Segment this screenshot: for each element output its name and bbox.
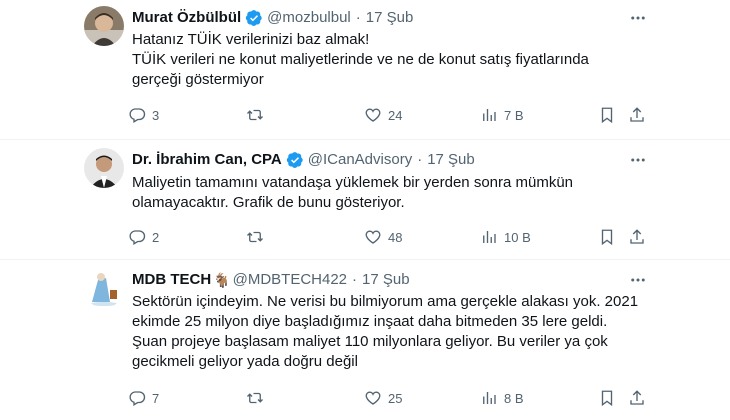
share-icon — [628, 228, 646, 246]
bookmark-button[interactable] — [598, 388, 616, 408]
tweet-line: gecikmeli geliyor yada doğru değil — [132, 353, 358, 370]
verified-badge-icon — [286, 151, 304, 169]
views-icon — [480, 228, 498, 246]
tweet-line: TÜİK verileri ne konut maliyetlerinde ve… — [132, 51, 589, 68]
tweet-actions: 7 25 8 B — [128, 388, 648, 408]
share-button[interactable] — [628, 105, 646, 125]
tweet-actions: 3 24 7 B — [128, 105, 648, 125]
bookmark-icon — [598, 106, 616, 124]
bookmark-icon — [598, 389, 616, 407]
author-name[interactable]: Murat Özbülbül — [132, 8, 241, 28]
views-count: 7 B — [504, 107, 524, 123]
like-icon — [364, 389, 382, 407]
bookmark-button[interactable] — [598, 105, 616, 125]
reply-icon — [128, 106, 146, 124]
tweet-line: Maliyetin tamamını vatandaşa yüklemek bi… — [132, 174, 574, 191]
avatar[interactable] — [84, 6, 124, 46]
views-button[interactable]: 7 B — [480, 105, 524, 125]
reply-button[interactable]: 7 — [128, 388, 159, 408]
more-icon[interactable] — [628, 150, 648, 170]
bookmark-icon — [598, 228, 616, 246]
retweet-icon — [246, 389, 264, 407]
separator-dot: · — [417, 151, 423, 168]
share-icon — [628, 106, 646, 124]
reply-icon — [128, 228, 146, 246]
retweet-button[interactable] — [246, 105, 270, 125]
share-button[interactable] — [628, 388, 646, 408]
author-name[interactable]: Dr. İbrahim Can, CPA — [132, 150, 282, 170]
author-handle[interactable]: @mozbulbul — [267, 8, 351, 28]
retweet-button[interactable] — [246, 227, 270, 247]
tweet-text: Maliyetin tamamını vatandaşa yüklemek bi… — [132, 173, 652, 213]
reply-button[interactable]: 2 — [128, 227, 159, 247]
separator-dot: · — [352, 271, 358, 288]
author-handle[interactable]: @ICanAdvisory — [308, 150, 412, 170]
tweet-date[interactable]: 17 Şub — [427, 150, 475, 170]
tweet-text: Hatanız TÜİK verilerinizi baz almak! TÜİ… — [132, 30, 652, 90]
views-icon — [480, 106, 498, 124]
like-icon — [364, 106, 382, 124]
retweet-button[interactable] — [246, 388, 270, 408]
retweet-icon — [246, 228, 264, 246]
author-handle[interactable]: @MDBTECH422 — [233, 270, 347, 290]
reply-count: 7 — [152, 390, 160, 406]
tweet-actions: 2 48 10 B — [128, 227, 648, 247]
separator-dot: · — [355, 9, 361, 26]
views-count: 10 B — [504, 229, 531, 245]
more-icon[interactable] — [628, 270, 648, 290]
reply-count: 3 — [152, 107, 160, 123]
like-count: 24 — [388, 107, 403, 123]
tweet-line: gerçeği göstermiyor — [132, 71, 264, 88]
share-button[interactable] — [628, 227, 646, 247]
views-count: 8 B — [504, 390, 524, 406]
tweet-line: olamayacaktır. Grafik de bunu gösteriyor… — [132, 194, 405, 211]
avatar[interactable] — [84, 148, 124, 188]
tweet-line: Şuan projeye başlasam maliyet 110 milyon… — [132, 333, 608, 350]
views-button[interactable]: 8 B — [480, 388, 524, 408]
like-count: 25 — [388, 390, 403, 406]
tweet-2[interactable]: Dr. İbrahim Can, CPA @ICanAdvisory · 17 … — [0, 140, 730, 260]
tweet-date[interactable]: 17 Şub — [362, 270, 410, 290]
share-icon — [628, 389, 646, 407]
tweet-line: Sektörün içindeyim. Ne verisi bu bilmiyo… — [132, 293, 639, 310]
retweet-icon — [246, 106, 264, 124]
like-icon — [364, 228, 382, 246]
author-name[interactable]: MDB TECH — [132, 270, 211, 290]
like-button[interactable]: 24 — [364, 105, 402, 125]
goat-emoji: 🐐 — [213, 272, 231, 288]
verified-badge-icon — [245, 9, 263, 27]
more-icon[interactable] — [628, 8, 648, 28]
tweet-text: Sektörün içindeyim. Ne verisi bu bilmiyo… — [132, 292, 672, 372]
views-icon — [480, 389, 498, 407]
tweet-date[interactable]: 17 Şub — [366, 8, 414, 28]
like-button[interactable]: 48 — [364, 227, 402, 247]
like-button[interactable]: 25 — [364, 388, 402, 408]
tweet-1[interactable]: Murat Özbülbül @mozbulbul · 17 Şub Hatan… — [0, 0, 730, 140]
avatar[interactable] — [84, 268, 124, 308]
bookmark-button[interactable] — [598, 227, 616, 247]
reply-button[interactable]: 3 — [128, 105, 159, 125]
tweet-line: ekimde 25 milyon diye başladığımız inşaa… — [132, 313, 608, 330]
tweet-line: Hatanız TÜİK verilerinizi baz almak! — [132, 31, 370, 48]
reply-count: 2 — [152, 229, 160, 245]
views-button[interactable]: 10 B — [480, 227, 531, 247]
tweet-3[interactable]: MDB TECH 🐐 @MDBTECH422 · 17 Şub Sektörün… — [0, 260, 730, 420]
like-count: 48 — [388, 229, 403, 245]
reply-icon — [128, 389, 146, 407]
